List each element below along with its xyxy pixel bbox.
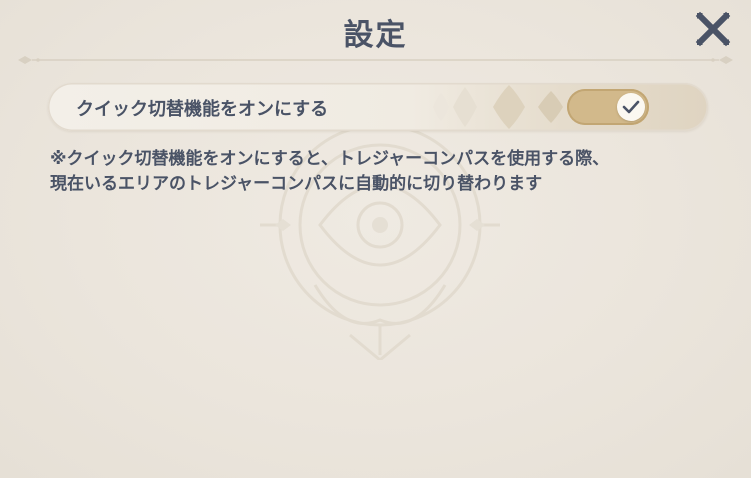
sparkle-decoration [433, 85, 563, 129]
quick-switch-note: ※クイック切替機能をオンにすると、トレジャーコンパスを使用する際、 現在いるエリ… [50, 147, 730, 197]
settings-dialog: 設定 クイック切替機能をオンにする ※クイック切替機能をオンにすると、トレジャー… [0, 0, 751, 478]
title-divider [18, 56, 733, 64]
close-button[interactable] [694, 10, 732, 48]
note-line-1: ※クイック切替機能をオンにすると、トレジャーコンパスを使用する際、 [50, 149, 610, 169]
note-line-2: 現在いるエリアのトレジャーコンパスに自動的に切り替わります [50, 174, 543, 194]
quick-switch-toggle[interactable] [567, 89, 649, 125]
toggle-knob [617, 93, 645, 121]
close-icon [695, 11, 731, 47]
background-emblem [260, 105, 500, 360]
quick-switch-label: クイック切替機能をオンにする [76, 99, 329, 120]
dialog-title: 設定 [343, 18, 408, 53]
checkmark-icon [622, 100, 640, 114]
quick-switch-option-row[interactable]: クイック切替機能をオンにする [48, 83, 708, 131]
